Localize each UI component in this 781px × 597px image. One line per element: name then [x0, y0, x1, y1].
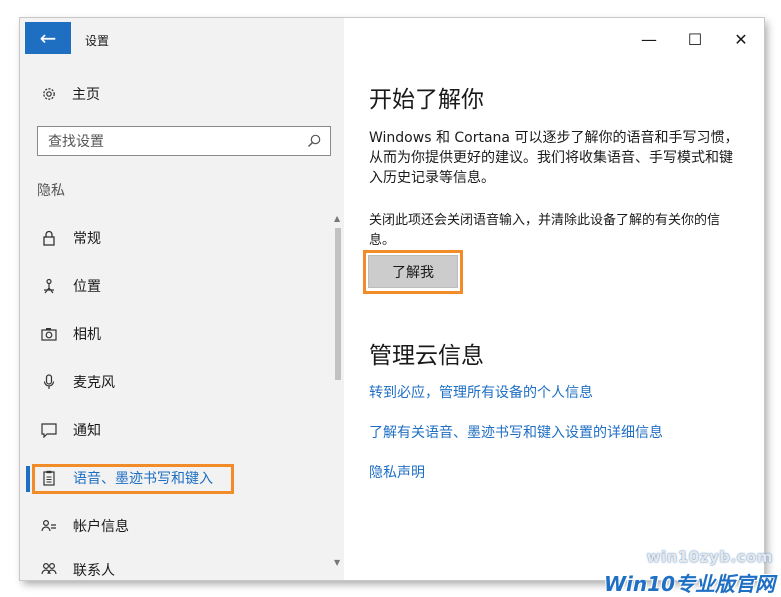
- sidebar-item-label: 联系人: [73, 563, 115, 579]
- sidebar-item-account-info[interactable]: 帐户信息: [20, 502, 330, 550]
- camera-icon: [40, 325, 58, 343]
- sidebar-item-label: 麦克风: [73, 375, 115, 391]
- sidebar-item-camera[interactable]: 相机: [20, 310, 330, 358]
- sidebar-item-contacts[interactable]: 联系人: [20, 550, 330, 580]
- search-input[interactable]: 查找设置: [37, 126, 331, 156]
- window-controls: — ☐ ✕: [626, 26, 764, 52]
- account-info-icon: [40, 517, 58, 535]
- back-arrow-icon: ←: [39, 26, 57, 50]
- scroll-thumb[interactable]: [335, 228, 341, 380]
- get-to-know-me-button[interactable]: 了解我: [368, 255, 458, 288]
- sidebar-item-general[interactable]: 常规: [20, 214, 330, 262]
- back-button[interactable]: ←: [25, 22, 71, 54]
- highlight-box: [32, 464, 234, 494]
- maximize-button[interactable]: ☐: [672, 26, 718, 52]
- close-icon: ✕: [734, 29, 748, 49]
- gear-icon: [40, 85, 58, 103]
- section-title-cloud-info: 管理云信息: [369, 343, 484, 369]
- page-title: 开始了解你: [369, 87, 484, 113]
- minimize-icon: —: [641, 29, 657, 49]
- sidebar-scrollbar[interactable]: ▲ ▼: [333, 214, 343, 574]
- turn-off-note: 关闭此项还会关闭语音输入，并清除此设备了解的有关你的信息。: [369, 213, 721, 248]
- maximize-icon: ☐: [687, 29, 703, 49]
- sidebar-item-microphone[interactable]: 麦克风: [20, 358, 330, 406]
- section-label-privacy: 隐私: [37, 183, 65, 199]
- sidebar-item-notifications[interactable]: 通知: [20, 406, 330, 454]
- microphone-icon: [40, 373, 58, 391]
- sidebar-item-label: 帐户信息: [73, 519, 129, 535]
- notification-icon: [40, 421, 58, 439]
- location-person-icon: [40, 277, 58, 295]
- close-button[interactable]: ✕: [718, 26, 764, 52]
- home-label: 主页: [72, 87, 100, 103]
- contacts-icon: [40, 560, 58, 578]
- lock-icon: [40, 229, 58, 247]
- description-text: Windows 和 Cortana 可以逐步了解你的语音和手写习惯，从而为你提供…: [369, 130, 739, 186]
- search-icon[interactable]: [306, 133, 322, 149]
- selection-indicator: [26, 466, 30, 492]
- search-placeholder: 查找设置: [48, 134, 104, 150]
- app-title: 设置: [85, 34, 110, 48]
- scroll-up-icon[interactable]: ▲: [334, 214, 340, 223]
- sidebar: ← 设置 主页 查找设置 隐私 常规 位置 相机 麦克风 通知 语音、墨迹书写和…: [20, 18, 344, 580]
- sidebar-item-location[interactable]: 位置: [20, 262, 330, 310]
- sidebar-item-label: 通知: [73, 423, 101, 439]
- privacy-statement-link[interactable]: 隐私声明: [369, 462, 425, 482]
- minimize-button[interactable]: —: [626, 26, 672, 52]
- learn-more-link[interactable]: 了解有关语音、墨迹书写和键入设置的详细信息: [369, 422, 663, 442]
- sidebar-item-label: 位置: [73, 279, 101, 295]
- sidebar-item-speech-inking-typing[interactable]: 语音、墨迹书写和键入: [20, 454, 330, 502]
- bing-manage-link[interactable]: 转到必应，管理所有设备的个人信息: [369, 382, 593, 402]
- content-pane: — ☐ ✕ 开始了解你 Windows 和 Cortana 可以逐步了解你的语音…: [344, 18, 764, 580]
- settings-window: ← 设置 主页 查找设置 隐私 常规 位置 相机 麦克风 通知 语音、墨迹书写和…: [20, 18, 764, 580]
- sidebar-item-label: 常规: [73, 231, 101, 247]
- sidebar-item-home[interactable]: 主页: [40, 84, 100, 104]
- sidebar-item-label: 相机: [73, 327, 101, 343]
- privacy-nav-list: 常规 位置 相机 麦克风 通知 语音、墨迹书写和键入 帐户信息 联系人: [20, 214, 330, 580]
- scroll-down-icon[interactable]: ▼: [334, 558, 340, 567]
- watermark-url: win10zyb.com: [646, 548, 773, 566]
- watermark-logo: Win10专业版官网: [604, 572, 775, 596]
